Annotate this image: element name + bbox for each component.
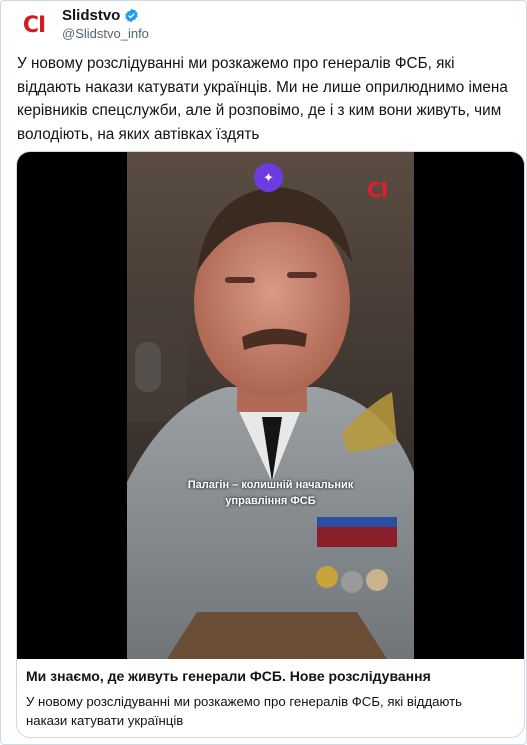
- handle[interactable]: @Slidstvo_info: [62, 26, 149, 41]
- tweet-text: У новому розслідуванні ми розкажемо про …: [17, 55, 508, 143]
- link-card[interactable]: ✦ CI Палагін – колишній начальник управл…: [16, 151, 525, 738]
- portrait-photo: [127, 152, 414, 659]
- avatar[interactable]: CI: [17, 8, 51, 42]
- card-description: У новому розслідуванні ми розкажемо про …: [26, 694, 462, 728]
- card-title[interactable]: Ми знаємо, де живуть генерали ФСБ. Нове …: [26, 668, 516, 684]
- slidstvo-watermark: CI: [367, 178, 388, 202]
- display-name[interactable]: Slidstvo: [62, 7, 120, 24]
- caption-line-1: Палагін – колишній начальник: [187, 479, 354, 491]
- video-caption: Палагін – колишній начальник управління …: [127, 477, 414, 509]
- sparkle-icon[interactable]: ✦: [254, 163, 283, 192]
- caption-line-2: управління ФСБ: [225, 495, 316, 507]
- author-row: Slidstvo: [62, 7, 139, 24]
- verified-badge-icon: [125, 8, 139, 23]
- card-media[interactable]: ✦ CI Палагін – колишній начальник управл…: [17, 152, 524, 659]
- video-frame[interactable]: ✦ CI Палагін – колишній начальник управл…: [127, 152, 414, 659]
- avatar-logo: CI: [22, 12, 46, 38]
